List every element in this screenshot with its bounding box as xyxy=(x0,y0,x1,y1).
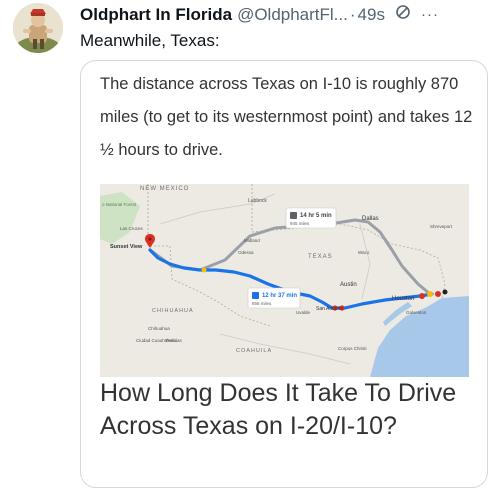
svg-text:856 miles: 856 miles xyxy=(252,301,272,306)
svg-text:12 hr 37 min: 12 hr 37 min xyxy=(262,293,297,299)
label-national-forest: o National Forest xyxy=(102,202,137,207)
waypoint-marker xyxy=(201,267,207,273)
author-display-name[interactable]: Oldphart In Florida xyxy=(80,4,232,26)
label-lubbock: Lubbock xyxy=(248,198,267,204)
map-svg: 14 hr 5 min 945 miles 12 hr 37 min 856 m… xyxy=(100,184,469,377)
primary-route-label: 12 hr 37 min 856 miles xyxy=(247,287,301,309)
label-san-antonio: San Antonio xyxy=(316,306,343,312)
author-handle[interactable]: @OldphartFl... xyxy=(237,4,348,26)
label-ciudad-cuauhtemoc: Ciudad Cuauhtémoc xyxy=(136,338,178,343)
label-waco: Waco xyxy=(358,250,370,255)
label-shreveport: Shreveport xyxy=(430,224,453,229)
label-chihuahua-state: CHIHUAHUA xyxy=(152,308,194,314)
no-entry-icon[interactable] xyxy=(395,4,411,27)
tweet-text: Meanwhile, Texas: xyxy=(80,31,220,50)
label-texas: TEXAS xyxy=(308,254,333,260)
alt-route-label: 14 hr 5 min 945 miles xyxy=(285,207,337,229)
label-new-mexico: NEW MEXICO xyxy=(140,186,189,192)
label-corpus-christi: Corpus Christi xyxy=(338,346,367,351)
timestamp[interactable]: 49s xyxy=(358,4,385,26)
label-las-cruces: Las Cruces xyxy=(120,226,144,231)
svg-text:14 hr 5 min: 14 hr 5 min xyxy=(300,213,332,219)
car-icon xyxy=(290,212,297,219)
label-dallas: Dallas xyxy=(362,216,379,222)
more-icon[interactable]: ··· xyxy=(421,4,439,26)
label-coahuila: COAHUILA xyxy=(236,348,272,354)
car-icon xyxy=(252,292,259,299)
label-sunset-view: Sunset View xyxy=(110,244,143,250)
label-chihuahua-city: Chihuahua xyxy=(148,326,170,331)
label-galveston: Galveston xyxy=(406,310,427,315)
avatar[interactable] xyxy=(13,3,63,53)
label-houston: Houston xyxy=(392,296,414,302)
card-excerpt: The distance across Texas on I-10 is rou… xyxy=(100,75,473,159)
tweet-header: Oldphart In Florida @OldphartFl... · 49s… xyxy=(80,4,494,26)
label-odessa: Odessa xyxy=(238,250,254,255)
avatar-image xyxy=(13,3,63,53)
route-map-image[interactable]: 14 hr 5 min 945 miles 12 hr 37 min 856 m… xyxy=(100,184,469,377)
svg-text:945 miles: 945 miles xyxy=(290,221,310,226)
card-title[interactable]: How Long Does It Take To Drive Across Te… xyxy=(100,377,485,443)
tweet[interactable]: Oldphart In Florida @OldphartFl... · 49s… xyxy=(0,0,500,491)
label-midland: Midland xyxy=(244,238,260,243)
separator-dot: · xyxy=(349,5,356,24)
label-austin: Austin xyxy=(340,282,357,288)
label-uvalde: Uvalde xyxy=(296,310,311,315)
link-card[interactable]: The distance across Texas on I-10 is rou… xyxy=(80,60,488,488)
